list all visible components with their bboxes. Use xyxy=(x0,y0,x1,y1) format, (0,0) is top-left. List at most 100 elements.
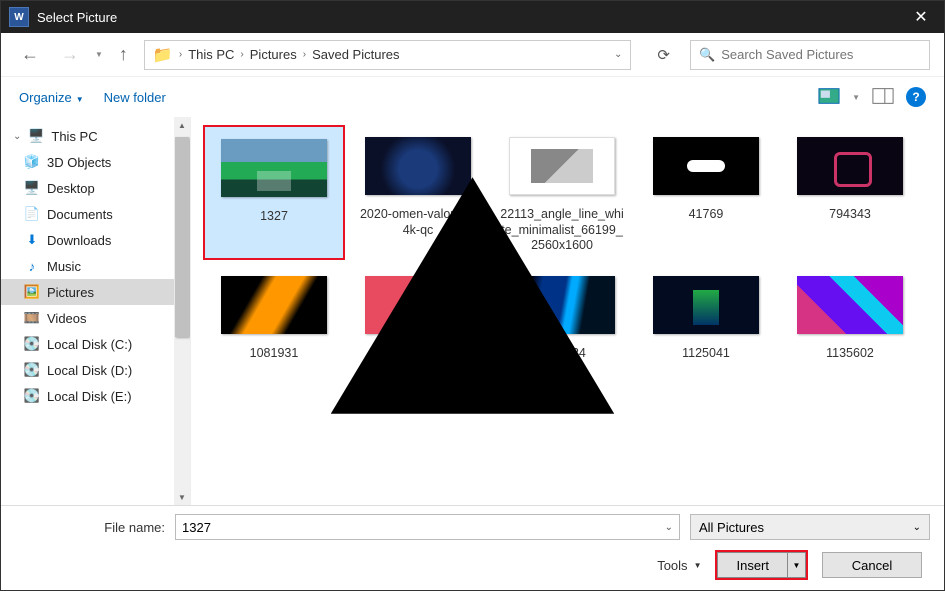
address-dropdown[interactable]: ⌄ xyxy=(614,49,622,60)
videos-icon: 🎞️ xyxy=(23,310,41,326)
tree-downloads[interactable]: ⬇Downloads xyxy=(1,227,190,253)
breadcrumb[interactable]: 📁 › This PC › Pictures › Saved Pictures … xyxy=(144,40,632,70)
up-button[interactable]: ↑ xyxy=(113,40,134,69)
view-thumbnails-button[interactable] xyxy=(818,87,840,108)
filter-label: All Pictures xyxy=(699,520,764,535)
scroll-up-icon[interactable]: ▲ xyxy=(174,117,190,133)
view-dropdown[interactable]: ▼ xyxy=(852,93,860,102)
thumbnail xyxy=(219,133,329,203)
filename-input[interactable] xyxy=(182,520,665,535)
thumbnail xyxy=(507,131,617,201)
tree-label: Downloads xyxy=(47,233,111,248)
help-button[interactable]: ? xyxy=(906,87,926,107)
file-item[interactable]: 794343 xyxy=(779,125,921,260)
chevron-down-icon[interactable]: ⌄ xyxy=(665,522,673,533)
insert-button[interactable]: Insert xyxy=(717,552,788,578)
chevron-down-icon: ⌄ xyxy=(13,131,21,142)
tree-disk-c[interactable]: 💽 Local Disk (C:) xyxy=(1,331,190,357)
insert-button-wrap: Insert ▼ xyxy=(715,550,808,580)
cancel-button[interactable]: Cancel xyxy=(822,552,922,578)
thumbnail xyxy=(795,131,905,201)
breadcrumb-seg-2[interactable]: Saved Pictures xyxy=(312,47,399,62)
search-box[interactable]: 🔍 xyxy=(690,40,930,70)
chevron-right-icon: › xyxy=(179,49,182,60)
desktop-icon: 🖥️ xyxy=(23,180,41,196)
file-item[interactable]: 22113_angle_line_white_minimalist_66199_… xyxy=(491,125,633,260)
tree-this-pc[interactable]: ⌄ 🖥️ This PC xyxy=(1,123,190,149)
window-title: Select Picture xyxy=(37,10,117,25)
breadcrumb-seg-0[interactable]: This PC xyxy=(188,47,234,62)
pictures-icon: 🖼️ xyxy=(23,284,41,300)
tree-label: Documents xyxy=(47,207,113,222)
refresh-button[interactable]: ⟳ xyxy=(647,42,680,68)
organize-button[interactable]: Organize▼ xyxy=(19,90,84,105)
disk-icon: 💽 xyxy=(23,362,41,378)
tree-label: Local Disk (E:) xyxy=(47,389,132,404)
chevron-down-icon: ⌄ xyxy=(913,522,921,533)
navbar: ← → ▼ ↑ 📁 › This PC › Pictures › Saved P… xyxy=(1,33,944,77)
filename-label: File name: xyxy=(15,520,165,535)
preview-pane-button[interactable] xyxy=(872,87,894,108)
tree-label: 3D Objects xyxy=(47,155,111,170)
scroll-thumb[interactable] xyxy=(175,137,189,337)
search-input[interactable] xyxy=(721,47,921,62)
disk-icon: 💽 xyxy=(23,336,41,352)
nav-tree[interactable]: ⌄ 🖥️ This PC 🧊 3D Objects 🖥️ Desktop 📄 Docu… xyxy=(1,117,191,505)
file-label: 41769 xyxy=(689,207,724,223)
tree-label: Videos xyxy=(47,311,87,326)
insert-split-button[interactable]: ▼ xyxy=(788,552,806,578)
file-label: 794343 xyxy=(829,207,871,223)
tree-desktop[interactable]: 🖥️ Desktop xyxy=(1,175,190,201)
file-pane[interactable]: 13272020-omen-valorant-4k-qc22113_angle_… xyxy=(191,117,944,505)
file-item[interactable]: 41769 xyxy=(635,125,777,260)
thumbnail xyxy=(795,270,905,340)
tree-music[interactable]: ♪ Music xyxy=(1,253,190,279)
filename-combo[interactable]: ⌄ xyxy=(175,514,680,540)
tree-scrollbar[interactable]: ▲ ▼ xyxy=(174,117,190,505)
tree-label: Music xyxy=(47,259,81,274)
search-icon: 🔍 xyxy=(699,47,715,63)
footer: File name: ⌄ All Pictures ⌄ Tools▼ Inser… xyxy=(1,505,944,584)
tree-label: This PC xyxy=(51,129,97,144)
file-label: 1135602 xyxy=(826,346,874,362)
filetype-filter[interactable]: All Pictures ⌄ xyxy=(690,514,930,540)
recent-dropdown[interactable]: ▼ xyxy=(95,50,103,59)
thumbnail xyxy=(363,131,473,201)
tree-label: Pictures xyxy=(47,285,94,300)
cube-icon: 🧊 xyxy=(23,154,41,170)
tree-videos[interactable]: 🎞️ Videos xyxy=(1,305,190,331)
file-item[interactable]: 1135602 xyxy=(779,264,921,368)
tree-disk-d[interactable]: 💽 Local Disk (D:) xyxy=(1,357,190,383)
file-item[interactable]: 1081931 xyxy=(203,264,345,368)
thumbnail xyxy=(651,270,761,340)
tree-label: Local Disk (D:) xyxy=(47,363,132,378)
thumbnail xyxy=(219,270,329,340)
tree-disk-e[interactable]: 💽 Local Disk (E:) xyxy=(1,383,190,409)
tree-documents[interactable]: 📄 Documents xyxy=(1,201,190,227)
file-item[interactable]: 1125041 xyxy=(635,264,777,368)
toolbar: Organize▼ New folder ▼ ? xyxy=(1,77,944,117)
body: ⌄ 🖥️ This PC 🧊 3D Objects 🖥️ Desktop 📄 Docu… xyxy=(1,117,944,505)
close-button[interactable]: ✕ xyxy=(898,1,944,33)
tree-label: Local Disk (C:) xyxy=(47,337,132,352)
scroll-down-icon[interactable]: ▼ xyxy=(174,489,190,505)
disk-icon: 💽 xyxy=(23,388,41,404)
tools-menu[interactable]: Tools▼ xyxy=(657,558,701,573)
thumbnail xyxy=(651,131,761,201)
tree-label: Desktop xyxy=(47,181,95,196)
pc-icon: 🖥️ xyxy=(27,128,45,144)
newfolder-button[interactable]: New folder xyxy=(104,90,166,105)
tree-pictures[interactable]: 🖼️ Pictures xyxy=(1,279,190,305)
file-label: 1081931 xyxy=(250,346,299,362)
breadcrumb-seg-1[interactable]: Pictures xyxy=(250,47,297,62)
titlebar: W Select Picture ✕ xyxy=(1,1,944,33)
folder-icon: 📁 xyxy=(153,45,173,65)
back-button[interactable]: ← xyxy=(15,40,45,69)
tree-3dobjects[interactable]: 🧊 3D Objects xyxy=(1,149,190,175)
documents-icon: 📄 xyxy=(23,206,41,222)
forward-button[interactable]: → xyxy=(55,40,85,69)
file-label: 1327 xyxy=(260,209,288,225)
chevron-right-icon: › xyxy=(240,49,243,60)
file-item[interactable]: 1327 xyxy=(203,125,345,260)
music-icon: ♪ xyxy=(23,259,41,274)
